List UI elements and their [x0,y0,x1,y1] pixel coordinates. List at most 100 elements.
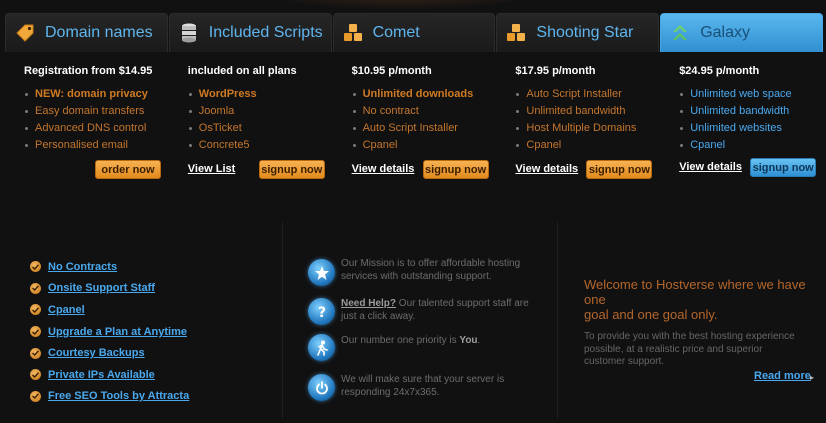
tab-label: Included Scripts [208,24,323,41]
plan-title: $17.95 p/month [515,65,596,77]
arrow-right-icon: ▸ [810,373,815,382]
plan-actions: order now [24,160,164,180]
need-help-link[interactable]: Need Help? [341,298,396,309]
feature-item: Unlimited websites [679,120,823,137]
feature-item: NEW: domain privacy [24,86,168,103]
mission-row: Our Mission is to offer affordable hosti… [308,256,538,296]
benefit-item: Upgrade a Plan at Anytime [30,321,189,343]
feature-list: Unlimited web space Unlimited bandwidth … [679,86,823,154]
plan-title: Registration from $14.95 [24,65,153,77]
uptime-text: We will make sure that your server is re… [341,374,505,398]
view-list-link[interactable]: View List [188,163,235,175]
check-icon [30,282,41,294]
plan-galaxy: $24.95 p/month Unlimited web space Unlim… [660,52,823,192]
plan-shooting-star: $17.95 p/month Auto Script Installer Unl… [496,52,659,192]
view-details-link[interactable]: View details [515,163,578,175]
feature-item: Personalised email [24,137,168,154]
cubes-icon [341,21,365,45]
feature-item: Unlimited bandwidth [679,103,823,120]
feature-item: No contract [352,103,496,120]
welcome-text: To provide you with the best hosting exp… [584,331,795,367]
database-icon [177,21,201,45]
view-details-link[interactable]: View details [352,163,415,175]
benefits-list: No Contracts Onsite Support Staff Cpanel… [30,256,189,407]
power-icon [308,374,335,401]
tab-comet[interactable]: Comet [332,13,496,52]
benefit-link-private-ips[interactable]: Private IPs Available [48,369,155,381]
mission-row: Our number one priority is You. [308,334,538,374]
plan-included-scripts: included on all plans WordPress Joomla O… [169,52,332,192]
feature-item: Unlimited web space [679,86,823,103]
chevrons-up-icon [668,21,692,45]
feature-item: Auto Script Installer [515,86,659,103]
benefit-link-no-contracts[interactable]: No Contracts [48,261,117,273]
signup-now-button[interactable]: signup now [258,160,325,179]
feature-item: Cpanel [679,137,823,154]
mission-section: Our Mission is to offer affordable hosti… [308,256,538,414]
benefit-link-upgrade-plan[interactable]: Upgrade a Plan at Anytime [48,326,187,338]
mission-text: Our Mission is to offer affordable hosti… [341,258,521,282]
read-more-link[interactable]: Read more [754,370,811,382]
feature-item: OsTicket [188,120,332,137]
benefit-item: Cpanel [30,299,189,321]
check-icon [30,390,41,402]
cubes-icon [504,21,528,45]
feature-item: Concrete5 [188,137,332,154]
signup-now-button[interactable]: signup now [422,160,489,179]
check-icon [30,261,41,273]
help-text: Need Help? Our talented support staff ar… [341,298,529,322]
column-divider [282,222,283,417]
feature-item: Unlimited downloads [352,86,496,103]
benefit-link-cpanel[interactable]: Cpanel [48,304,85,316]
feature-list: Unlimited downloads No contract Auto Scr… [352,86,496,154]
plan-title: $10.95 p/month [351,65,432,77]
priority-text: Our number one priority is You. [341,335,481,346]
star-icon [308,259,335,286]
welcome-section: Welcome to Hostverse where we have one g… [584,277,814,369]
benefit-link-seo-tools[interactable]: Free SEO Tools by Attracta [48,390,189,402]
svg-text:?: ? [317,305,325,320]
signup-now-button[interactable]: signup now [586,160,653,179]
tab-included-scripts[interactable]: Included Scripts [168,13,332,52]
feature-list: NEW: domain privacy Easy domain transfer… [24,86,168,154]
tab-galaxy[interactable]: Galaxy [660,13,823,52]
column-divider [557,222,558,417]
plan-actions: View List signup now [188,160,328,180]
order-now-button[interactable]: order now [95,160,161,179]
check-icon [30,369,41,381]
feature-list: WordPress Joomla OsTicket Concrete5 [188,86,332,154]
benefit-item: Onsite Support Staff [30,278,189,300]
feature-item: Joomla [188,103,332,120]
plan-columns: Registration from $14.95 NEW: domain pri… [5,52,823,192]
feature-item: Cpanel [515,137,659,154]
welcome-title: Welcome to Hostverse where we have one g… [584,277,806,322]
plan-title: $24.95 p/month [679,65,760,77]
view-details-link[interactable]: View details [679,161,742,173]
feature-item: Easy domain transfers [24,103,168,120]
feature-item: WordPress [188,86,332,103]
plan-actions: View details signup now [515,160,655,180]
tab-label: Shooting Star [536,24,634,41]
benefit-link-onsite-support[interactable]: Onsite Support Staff [48,282,155,294]
plan-tabs: Domain names Included Scripts Comet Shoo… [5,13,823,52]
plan-actions: View details signup now [679,158,819,178]
mission-row: We will make sure that your server is re… [308,374,538,414]
feature-item: Auto Script Installer [352,120,496,137]
header-glow [250,0,550,10]
feature-item: Unlimited bandwidth [515,103,659,120]
tab-label: Galaxy [700,24,750,41]
plan-comet: $10.95 p/month Unlimited downloads No co… [333,52,496,192]
help-icon: ? [308,298,335,325]
plan-title: included on all plans [187,65,297,77]
walking-person-icon [308,334,335,361]
benefit-link-courtesy-backups[interactable]: Courtesy Backups [48,347,145,359]
check-icon [30,347,41,359]
benefit-item: Courtesy Backups [30,342,189,364]
plan-actions: View details signup now [352,160,492,180]
tab-label: Domain names [45,24,153,41]
benefit-item: Private IPs Available [30,364,189,386]
tag-icon [13,21,37,45]
tab-shooting-star[interactable]: Shooting Star [496,13,660,52]
signup-now-button[interactable]: signup now [750,158,817,177]
tab-domain-names[interactable]: Domain names [5,13,168,52]
